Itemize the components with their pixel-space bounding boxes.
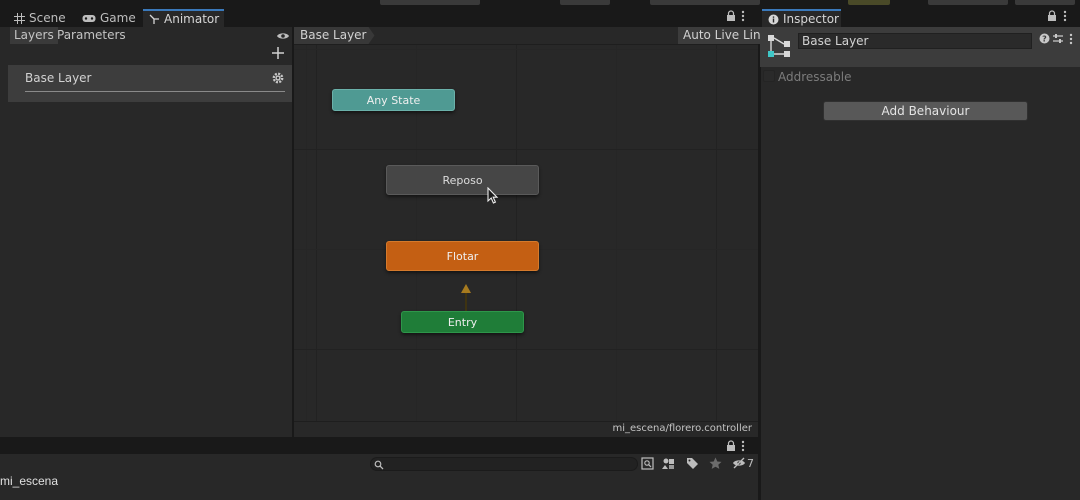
tab-scene[interactable]: Scene [8,9,72,27]
tab-game[interactable]: Game [76,9,142,27]
inspector-panel [760,27,1080,500]
transition-line[interactable] [465,293,467,311]
layer-weight-slider[interactable] [25,91,285,92]
state-node-entry[interactable]: Entry [401,311,524,333]
tab-scene-label: Scene [29,11,66,25]
more-options-icon[interactable] [1069,33,1073,48]
layer-name-label: Base Layer [25,71,92,85]
more-options-icon[interactable] [1063,10,1067,25]
scene-name-label[interactable]: mi_escena [0,474,58,488]
tab-animator[interactable]: Animator [143,9,224,27]
inspector-tab-bar: Inspector [760,8,1080,27]
controller-path-bar: mi_escena/florero.controller [294,421,758,437]
object-name-field[interactable]: Base Layer [798,33,1032,49]
label-tag-icon[interactable] [686,457,699,473]
info-icon [768,14,779,25]
lock-icon[interactable] [1047,10,1057,25]
more-options-icon[interactable] [741,440,745,455]
toolbar-fragment[interactable] [848,0,890,5]
tab-animator-label: Animator [164,12,220,26]
tab-game-label: Game [100,11,136,25]
animator-icon [149,14,160,25]
layers-dropdown-fragment[interactable] [928,0,1008,5]
top-toolbar-strip [0,0,1080,8]
add-layer-icon[interactable] [272,47,284,62]
tab-layers[interactable]: Layers [10,27,58,44]
layout-dropdown-fragment[interactable] [1015,0,1075,5]
add-behaviour-button[interactable]: Add Behaviour [823,101,1028,121]
addressable-checkbox[interactable] [763,70,775,82]
breadcrumb[interactable]: Base Layer [294,27,375,44]
hidden-packages-icon[interactable] [732,457,746,472]
svg-text:?: ? [1042,35,1047,44]
filter-by-type-icon[interactable] [662,457,675,473]
favorite-star-icon[interactable] [709,457,722,473]
tab-inspector[interactable]: Inspector [762,9,841,27]
help-icon[interactable]: ? [1039,33,1050,47]
gamepad-icon [82,13,96,24]
state-node-reposo[interactable]: Reposo [386,165,539,195]
auto-live-link-button[interactable]: Auto Live Link [678,27,773,44]
gear-icon[interactable] [272,72,284,87]
play-controls-fragment[interactable] [560,0,610,5]
lock-icon[interactable] [726,440,736,455]
toolbar-fragment[interactable] [650,0,760,5]
tab-inspector-label: Inspector [783,12,839,26]
state-node-any-state[interactable]: Any State [332,89,455,111]
search-icon [374,459,384,473]
grid-icon [14,12,25,24]
mouse-cursor-icon [487,186,499,208]
state-node-flotar[interactable]: Flotar [386,241,539,271]
controller-path: mi_escena/florero.controller [612,423,752,434]
eye-icon[interactable] [276,30,290,44]
state-machine-icon [767,34,791,61]
lock-icon[interactable] [726,10,736,25]
search-by-type-icon[interactable] [641,457,654,473]
search-input[interactable] [370,457,638,471]
layers-panel-toolbar: Layers Parameters [8,27,293,44]
addressable-label: Addressable [778,70,852,84]
animator-tab-bar: Scene Game Animator [0,8,758,27]
more-options-icon[interactable] [741,10,745,25]
bottom-tab-bar [0,437,758,454]
tab-parameters[interactable]: Parameters [53,27,130,44]
presets-icon[interactable] [1052,33,1064,47]
toolbar-fragment[interactable] [380,0,480,5]
transition-arrow-icon[interactable] [461,284,471,293]
hidden-count: 7 [747,457,754,470]
